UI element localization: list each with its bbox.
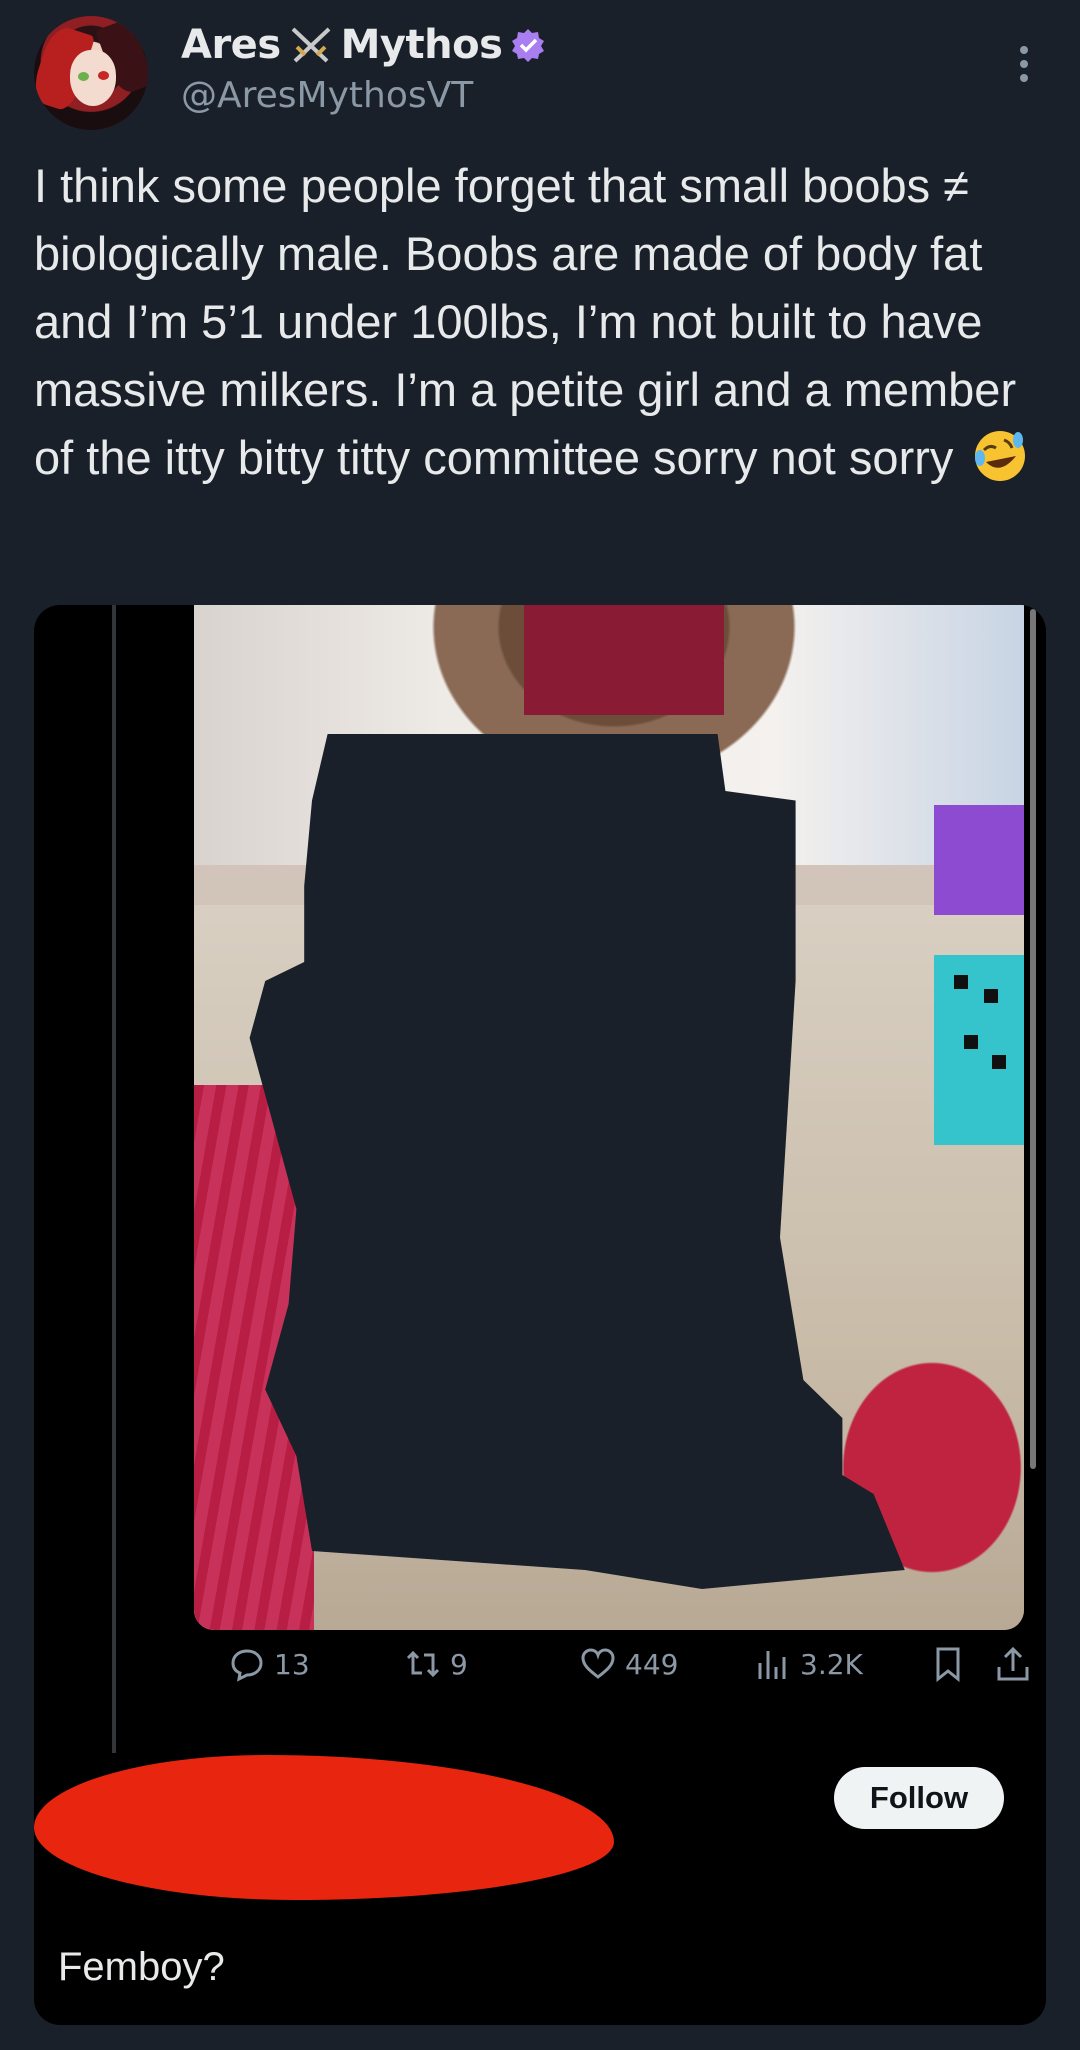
views-count: 3.2K — [800, 1647, 863, 1681]
author-handle[interactable]: @AresMythosVT — [181, 75, 473, 116]
reply-action[interactable]: 13 — [228, 1645, 310, 1683]
post-actions-bar: 13 9 449 3.2K — [194, 1645, 1044, 1705]
views-chart-icon — [758, 1651, 786, 1679]
verified-badge-icon — [512, 29, 545, 62]
bookmark-icon — [936, 1647, 960, 1683]
post-media-image[interactable] — [194, 605, 1024, 1630]
redacted-username-scribble — [34, 1755, 614, 1900]
follow-button[interactable]: Follow — [834, 1767, 1004, 1829]
views-action[interactable]: 3.2K — [754, 1645, 863, 1683]
post-body: I think some people forget that small bo… — [34, 159, 1017, 484]
reply-icon — [231, 1649, 263, 1682]
share-action[interactable] — [994, 1645, 1032, 1683]
repost-action[interactable]: 9 — [404, 1645, 468, 1683]
post-header: Ares Mythos @AresMythosVT — [0, 0, 1080, 140]
rolling-laughing-emoji-icon — [975, 431, 1026, 481]
crossed-swords-icon — [291, 27, 330, 63]
thread-line — [112, 605, 116, 1753]
like-action[interactable]: 449 — [579, 1645, 678, 1683]
scrollbar[interactable] — [1030, 609, 1036, 1469]
share-icon — [997, 1646, 1029, 1681]
author-name-row[interactable]: Ares Mythos — [181, 22, 546, 68]
post-text: I think some people forget that small bo… — [34, 152, 1054, 492]
avatar[interactable] — [34, 16, 148, 130]
heart-icon — [581, 1648, 615, 1679]
author-name-part2: Mythos — [340, 22, 503, 68]
reply-count: 13 — [274, 1647, 310, 1681]
like-count: 449 — [625, 1647, 679, 1681]
more-options-icon[interactable] — [1010, 42, 1038, 82]
repost-count: 9 — [450, 1647, 468, 1681]
author-name-part1: Ares — [181, 22, 281, 68]
quoted-post-card[interactable]: 13 9 449 3.2K Follow Femboy? — [34, 605, 1046, 2025]
reply-text: Femboy? — [58, 1945, 225, 1989]
repost-icon — [406, 1650, 440, 1678]
bookmark-action[interactable] — [929, 1645, 967, 1683]
